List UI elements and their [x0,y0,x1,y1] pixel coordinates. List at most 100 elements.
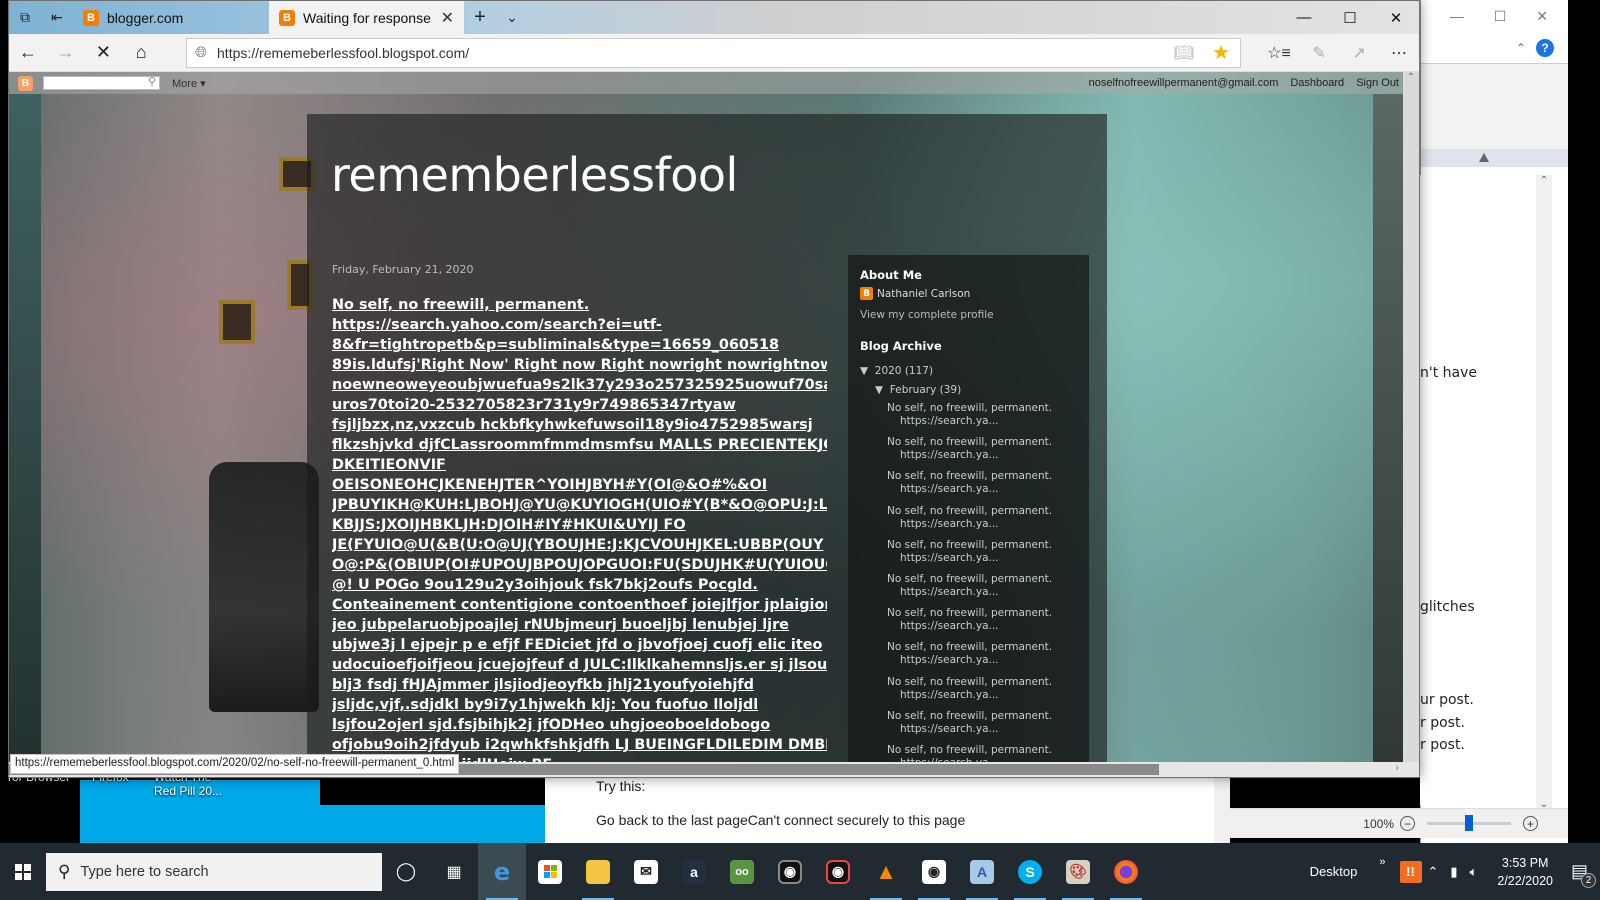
archive-post-snippet[interactable]: https://search.ya... [887,654,1087,667]
archive-post-title[interactable]: No self, no freewill, permanent. [887,470,1087,483]
archive-post-snippet[interactable]: https://search.ya... [887,552,1087,565]
reading-view-icon[interactable]: 📖︎ [1174,43,1194,63]
view-profile-link[interactable]: View my complete profile [860,309,994,321]
vlc-icon[interactable]: ▲ [862,843,910,900]
archive-post-snippet[interactable]: https://search.ya... [887,518,1087,531]
blog-title[interactable]: rememberlessfool [331,148,738,202]
amazon-icon[interactable]: a [670,843,718,900]
address-bar[interactable]: 🌐︎ https://rememeberlessfool.blogspot.co… [186,37,1242,68]
webcam-icon[interactable]: ◉ [766,843,814,900]
action-center-icon[interactable]: ▤ 2 [1571,861,1596,888]
home-button[interactable]: ⌂ [122,34,160,72]
minimize-icon[interactable]: — [1450,8,1464,24]
blog-search-input[interactable]: ⚲ [43,76,160,90]
page-viewport[interactable]: B ⚲ More ▾ noselfnofreewillpermanent@gma… [9,72,1419,777]
zoom-in-icon[interactable]: + [1523,816,1538,831]
post-title-line[interactable]: KBJJS:JXOIJHBKLJH:DJOIH#IY#HKUI&UYIJ FO [332,515,827,535]
author-profile[interactable]: B Nathaniel Carlson [860,287,970,300]
word-scrollbar[interactable]: ⌃ ⌄ [1536,175,1552,810]
favorite-star-icon[interactable]: ★ [1212,40,1230,65]
zoom-slider[interactable] [1427,815,1511,831]
account-email[interactable]: noselfnofreewillpermanent@gmail.com [1089,77,1279,89]
post-title-line[interactable]: noewneoweyeoubjwuefua9s2lk37y293o2573259… [332,375,827,395]
post-title-line[interactable]: JE(FYUIO@U(&B(U:O@UJ(YBOUJHE:J:KJCVOUHJK… [332,535,827,555]
post-title-line[interactable]: @! U POGo 9ou129u2y3oihjouk fsk7bkj2oufs… [332,575,827,595]
archive-post-snippet[interactable]: https://search.ya... [887,723,1087,736]
post-title-line[interactable]: O@:P&(OBIUP(OI#UPOUJBPOUJOPGUOI:FU(SDUJH… [332,555,827,575]
store-icon[interactable] [526,843,574,900]
scroll-up-icon[interactable]: ⌃ [1536,175,1552,186]
address-url[interactable]: https://rememeberlessfool.blogspot.com/ [217,45,1174,61]
scroll-right-icon[interactable]: › [1395,762,1399,774]
page-vertical-scrollbar[interactable]: ⌃ [1403,72,1419,762]
maximize-icon[interactable]: ☐ [1494,8,1507,25]
archive-post-title[interactable]: No self, no freewill, permanent. [887,573,1087,586]
taskbar-search-box[interactable]: ⚲ Type here to search [46,852,382,891]
wordpad-icon[interactable]: A [958,843,1006,900]
archive-post-snippet[interactable]: https://search.ya... [887,620,1087,633]
post-title-line[interactable]: jeo jubpelaruobjpoajlej rNUbjmeurj buoel… [332,615,827,635]
archive-post-snippet[interactable]: https://search.ya... [887,415,1087,428]
scroll-up-icon[interactable]: ⌃ [1403,72,1419,92]
forward-button[interactable]: → [47,34,85,72]
firefox-icon[interactable] [1102,843,1150,900]
post-title-line[interactable]: ofjobu9oih2jfdyub i2qwhkfshkjdfh LJ BUEI… [332,735,827,755]
post-title-line[interactable]: uros70toi20-2532705823r731y9r749865347rt… [332,395,827,415]
clock[interactable]: 3:53 PM 2/22/2020 [1497,854,1553,890]
archive-post-link[interactable]: No self, no freewill, permanent.https://… [887,641,1087,675]
tab-preview-icon[interactable]: ⧉ [9,1,41,34]
search-icon[interactable]: ⚲ [148,75,156,88]
indent-marker[interactable] [1479,153,1489,162]
camera-icon[interactable]: ◉ [910,843,958,900]
archive-year-label[interactable]: 2020 (117) [875,365,933,377]
more-menu-icon[interactable]: ⋯ [1379,43,1419,63]
skype-icon[interactable]: S [1006,843,1054,900]
new-tab-button[interactable]: + [464,1,496,34]
archive-year-2020[interactable]: ▼ 2020 (117) [860,365,933,377]
post-title-line[interactable]: flkzshjvkd djfCLassroommfmmdmsmfsu MALLS… [332,435,827,455]
post-title-line[interactable]: https://search.yahoo.com/search?ei=utf- [332,315,827,335]
camera-app-icon[interactable]: ◉ [814,843,862,900]
archive-post-snippet[interactable]: https://search.ya... [887,483,1087,496]
archive-post-title[interactable]: No self, no freewill, permanent. [887,539,1087,552]
post-title-line[interactable]: JPBUYIKH@KUH:LJBOHJ@YU@KUYIOGH(UIO#Y(B*&… [332,495,827,515]
archive-post-title[interactable]: No self, no freewill, permanent. [887,710,1087,723]
toolbar-expand-icon[interactable]: » [1379,856,1385,868]
post-title-line[interactable]: Conteainement contentigione contoenthoef… [332,595,827,615]
post-title-line[interactable]: fsjljbzx,nz,vxzcub hckbfkyhwkefuwsoil18y… [332,415,827,435]
mail-icon[interactable]: ✉ [622,843,670,900]
favorites-hub-icon[interactable]: ☆≡ [1259,43,1299,63]
zoom-out-icon[interactable]: − [1400,816,1415,831]
cortana-icon[interactable]: ◯ [382,843,430,900]
expand-triangle-icon[interactable]: ▼ [875,384,883,396]
edge-icon[interactable]: e [478,843,526,900]
archive-post-link[interactable]: No self, no freewill, permanent.https://… [887,607,1087,641]
error-page-scrollbar[interactable] [1214,778,1230,843]
tab-waiting[interactable]: B Waiting for response from ✕ [269,1,464,34]
archive-post-snippet[interactable]: https://search.ya... [887,586,1087,599]
archive-post-snippet[interactable]: https://search.ya... [887,449,1087,462]
archive-post-title[interactable]: No self, no freewill, permanent. [887,505,1087,518]
minimize-button[interactable]: — [1281,1,1327,34]
task-view-icon[interactable]: ▦ [430,843,478,900]
collapse-ribbon-icon[interactable]: ⌃ [1516,41,1526,55]
archive-post-title[interactable]: No self, no freewill, permanent. [887,402,1087,415]
close-button[interactable]: ✕ [1373,1,1419,34]
archive-post-title[interactable]: No self, no freewill, permanent. [887,676,1087,689]
tripadvisor-icon[interactable]: oo [718,843,766,900]
archive-post-link[interactable]: No self, no freewill, permanent.https://… [887,505,1087,539]
dashboard-link[interactable]: Dashboard [1290,77,1344,89]
archive-post-title[interactable]: No self, no freewill, permanent. [887,607,1087,620]
tab-list-chevron-icon[interactable]: ⌄ [496,1,528,34]
set-aside-tabs-icon[interactable]: ⇤ [41,1,73,34]
archive-post-link[interactable]: No self, no freewill, permanent.https://… [887,470,1087,504]
archive-post-link[interactable]: No self, no freewill, permanent.https://… [887,539,1087,573]
archive-post-link[interactable]: No self, no freewill, permanent.https://… [887,676,1087,710]
file-explorer-icon[interactable] [574,843,622,900]
alert-notification-icon[interactable]: !! [1399,860,1422,883]
word-ruler[interactable] [1421,149,1568,167]
post-title-line[interactable]: No self, no freewill, permanent. [332,295,827,315]
archive-post-link[interactable]: No self, no freewill, permanent.https://… [887,573,1087,607]
more-menu-button[interactable]: More ▾ [172,77,206,90]
maximize-button[interactable]: ☐ [1327,1,1373,34]
